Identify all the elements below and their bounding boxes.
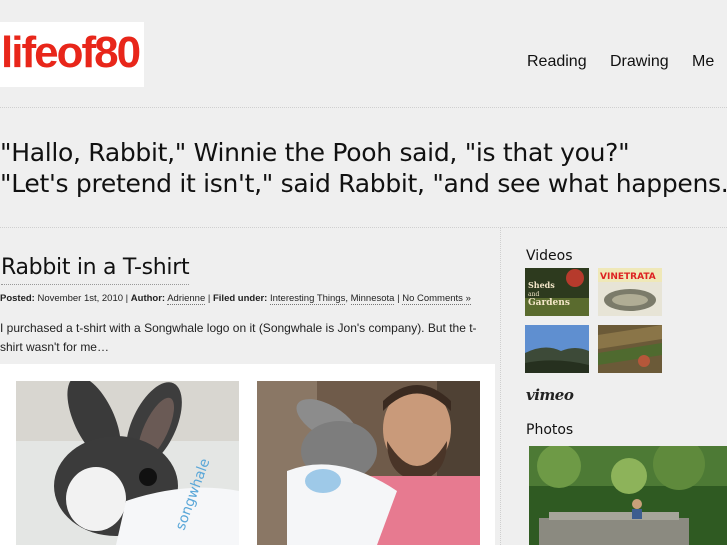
video-thumb-1-caption-3: Gardens — [528, 298, 570, 308]
video-thumb-4-image — [598, 325, 662, 373]
logo-text: lifeof80 — [1, 28, 141, 77]
video-thumb-1-caption: Sheds — [528, 280, 555, 290]
site-logo[interactable]: lifeof80 — [0, 22, 144, 87]
man-with-rabbit-photo[interactable] — [257, 381, 480, 545]
video-thumb-3-image — [525, 325, 589, 373]
video-thumb-vinetrata[interactable]: VINETRATA — [598, 268, 662, 316]
filed-label: Filed under: — [212, 293, 268, 304]
video-thumb-1-image: Sheds and Gardens — [525, 268, 589, 316]
nav-drawing[interactable]: Drawing — [610, 53, 669, 71]
post-excerpt: I purchased a t-shirt with a Songwhale l… — [0, 321, 477, 354]
photo-garden-thumbnail[interactable] — [529, 446, 727, 545]
post-photo-panel: songwhale — [0, 364, 495, 545]
meta-separator: | — [207, 293, 211, 304]
author-link[interactable]: Adrienne — [167, 293, 206, 305]
nav-me[interactable]: Me — [692, 53, 714, 71]
video-thumb-sheds-gardens[interactable]: Sheds and Gardens — [525, 268, 589, 316]
category-link-minnesota[interactable]: Minnesota — [350, 293, 395, 305]
quote-line-2: "Let's pretend it isn't," said Rabbit, "… — [0, 169, 727, 198]
video-thumb-2-image: VINETRATA — [598, 268, 662, 316]
tagline-quote: "Hallo, Rabbit," Winnie the Pooh said, "… — [0, 137, 727, 199]
post-meta: Posted: November 1st, 2010 | Author: Adr… — [0, 293, 471, 305]
meta-comma: , — [345, 293, 348, 304]
photos-heading: Photos — [526, 422, 574, 438]
author-label: Author: — [130, 293, 166, 304]
post-title-link[interactable]: Rabbit in a T-shirt — [1, 255, 190, 285]
video-thumb-terraces[interactable] — [598, 325, 662, 373]
videos-heading: Videos — [526, 248, 573, 264]
posted-date: November 1st, 2010 — [37, 293, 124, 304]
header-divider — [0, 107, 727, 108]
man-rabbit-illustration — [257, 381, 480, 545]
rabbit-photo[interactable]: songwhale — [16, 381, 239, 545]
vimeo-logo[interactable]: vimeo — [526, 386, 574, 404]
video-thumb-landscape[interactable] — [525, 325, 589, 373]
sidebar-divider — [500, 228, 501, 545]
meta-separator: | — [125, 293, 129, 304]
category-link-interesting[interactable]: Interesting Things — [270, 293, 346, 305]
video-thumb-1-caption-2: and — [528, 291, 539, 298]
quote-line-1: "Hallo, Rabbit," Winnie the Pooh said, "… — [0, 138, 630, 167]
meta-separator: | — [397, 293, 400, 304]
comments-link[interactable]: No Comments » — [402, 293, 471, 305]
garden-photo-image — [529, 446, 727, 545]
quote-divider — [0, 227, 727, 228]
video-thumb-2-caption: VINETRATA — [600, 272, 656, 282]
nav-reading[interactable]: Reading — [527, 53, 587, 71]
rabbit-illustration: songwhale — [16, 381, 239, 545]
posted-label: Posted: — [0, 293, 35, 304]
